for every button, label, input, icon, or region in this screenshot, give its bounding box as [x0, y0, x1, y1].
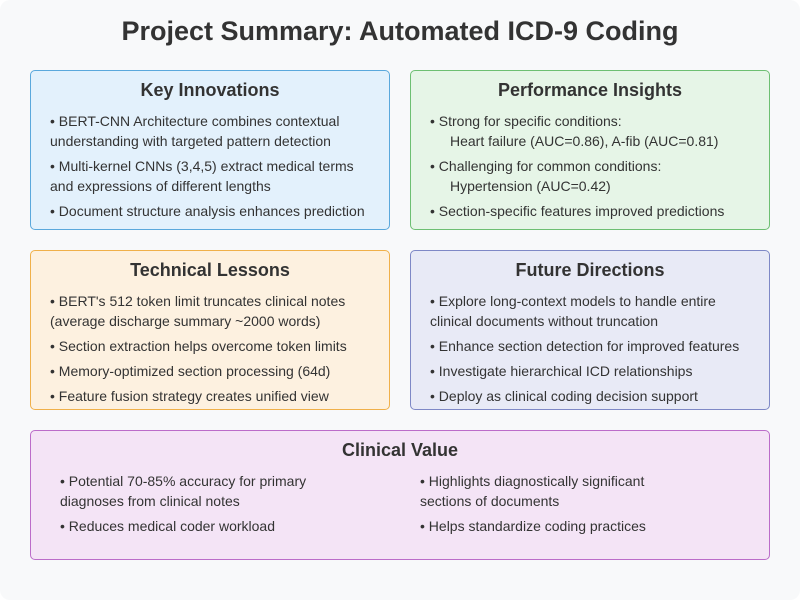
bullet-line: • Deploy as clinical coding decision sup…	[430, 388, 698, 404]
bullet-line: • Section-specific features improved pre…	[430, 203, 725, 219]
bullet-item: • Highlights diagnostically significant …	[420, 471, 760, 511]
bullet-list: • Explore long-context models to handle …	[430, 291, 759, 411]
bullet-list-left: • Potential 70-85% accuracy for primary …	[60, 471, 400, 541]
bullet-item: • Helps standardize coding practices	[420, 516, 760, 536]
bullet-line: • BERT-CNN Architecture combines context…	[50, 113, 340, 129]
future-directions-card: Future Directions • Explore long-context…	[410, 250, 770, 410]
bullet-line: • Section extraction helps overcome toke…	[50, 338, 347, 354]
bullet-line: (average discharge summary ~2000 words)	[50, 313, 321, 329]
technical-lessons-card: Technical Lessons • BERT's 512 token lim…	[30, 250, 390, 410]
performance-insights-card: Performance Insights • Strong for specif…	[410, 70, 770, 230]
bullet-line: • Enhance section detection for improved…	[430, 338, 740, 354]
card-heading: Clinical Value	[341, 440, 459, 460]
bullet-line: • Explore long-context models to handle …	[430, 293, 716, 309]
bullet-item: • Document structure analysis enhances p…	[50, 201, 379, 221]
bullet-line: • Document structure analysis enhances p…	[50, 203, 365, 219]
bullet-line: • Highlights diagnostically significant	[420, 473, 645, 489]
bullet-list-right: • Highlights diagnostically significant …	[420, 471, 760, 541]
card-heading: Performance Insights	[497, 80, 683, 100]
bullet-item: • Multi-kernel CNNs (3,4,5) extract medi…	[50, 156, 379, 196]
card-heading: Key Innovations	[140, 80, 280, 100]
card-heading: Future Directions	[515, 260, 665, 280]
clinical-value-card: Clinical Value • Potential 70-85% accura…	[30, 430, 770, 560]
bullet-line: sections of documents	[420, 493, 560, 509]
bullet-item: • Investigate hierarchical ICD relations…	[430, 361, 759, 381]
bullet-line: clinical documents without truncation	[430, 313, 659, 329]
bullet-line: • BERT's 512 token limit truncates clini…	[50, 293, 346, 309]
bullet-line: • Multi-kernel CNNs (3,4,5) extract medi…	[50, 158, 354, 174]
bullet-subline: Hypertension (AUC=0.42)	[450, 178, 611, 194]
bullet-item: • Enhance section detection for improved…	[430, 336, 759, 356]
bullet-item: • Feature fusion strategy creates unifie…	[50, 386, 379, 406]
bullet-item: • Challenging for common conditions: Hyp…	[430, 156, 759, 196]
bullet-item: • Explore long-context models to handle …	[430, 291, 759, 331]
bullet-list: • Strong for specific conditions: Heart …	[430, 111, 759, 226]
bullet-line: diagnoses from clinical notes	[60, 493, 240, 509]
bullet-line: • Potential 70-85% accuracy for primary	[60, 473, 307, 489]
bullet-line: • Investigate hierarchical ICD relations…	[430, 363, 693, 379]
card-heading: Technical Lessons	[130, 260, 290, 280]
bullet-line: and expressions of different lengths	[50, 178, 271, 194]
summary-page: Project Summary: Automated ICD-9 Coding …	[0, 0, 800, 600]
bullet-item: • Reduces medical coder workload	[60, 516, 400, 536]
bullet-item: • BERT-CNN Architecture combines context…	[50, 111, 379, 151]
bullet-list: • BERT's 512 token limit truncates clini…	[50, 291, 379, 411]
bullet-list: • BERT-CNN Architecture combines context…	[50, 111, 379, 226]
bullet-item: • BERT's 512 token limit truncates clini…	[50, 291, 379, 331]
bullet-item: • Deploy as clinical coding decision sup…	[430, 386, 759, 406]
bullet-line: • Memory-optimized section processing (6…	[50, 363, 331, 379]
bullet-line: • Strong for specific conditions:	[430, 113, 622, 129]
bullet-line: • Helps standardize coding practices	[420, 518, 646, 534]
bullet-item: • Potential 70-85% accuracy for primary …	[60, 471, 400, 511]
bullet-item: • Strong for specific conditions: Heart …	[430, 111, 759, 151]
bullet-item: • Section-specific features improved pre…	[430, 201, 759, 221]
key-innovations-card: Key Innovations • BERT-CNN Architecture …	[30, 70, 390, 230]
bullet-line: understanding with targeted pattern dete…	[50, 133, 331, 149]
page-title: Project Summary: Automated ICD-9 Coding	[121, 16, 679, 46]
bullet-item: • Memory-optimized section processing (6…	[50, 361, 379, 381]
bullet-subline: Heart failure (AUC=0.86), A-fib (AUC=0.8…	[450, 133, 719, 149]
bullet-line: • Challenging for common conditions:	[430, 158, 662, 174]
bullet-item: • Section extraction helps overcome toke…	[50, 336, 379, 356]
bullet-line: • Feature fusion strategy creates unifie…	[50, 388, 329, 404]
bullet-line: • Reduces medical coder workload	[60, 518, 276, 534]
